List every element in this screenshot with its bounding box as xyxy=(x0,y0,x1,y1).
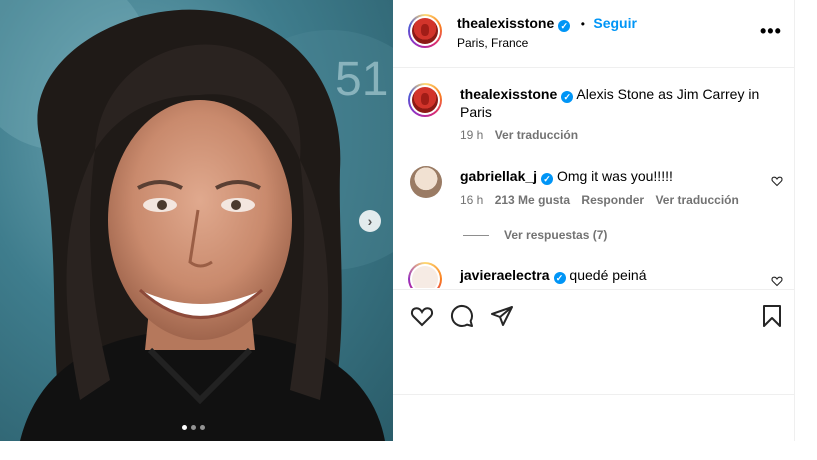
verified-badge-icon: ✓ xyxy=(553,272,566,284)
comment-username[interactable]: gabriellak_j xyxy=(460,168,537,184)
save-bookmark-icon[interactable] xyxy=(761,304,783,328)
caption-translate-link[interactable]: Ver traducción xyxy=(495,128,578,142)
caption-text: Alexis Stone as Jim Carrey in xyxy=(576,86,760,102)
post-actions-bar xyxy=(393,289,794,342)
carousel-next-button[interactable]: › xyxy=(359,210,381,232)
like-heart-icon[interactable] xyxy=(410,304,434,328)
comment-username[interactable]: javieraelectra xyxy=(460,267,550,283)
verified-badge-icon: ✓ xyxy=(561,91,574,103)
comment-text: Omg it was you!!!!! xyxy=(556,168,673,184)
comment-bubble-icon[interactable] xyxy=(450,304,474,328)
caption-meta: 19 h Ver traducción xyxy=(460,128,578,142)
replies-divider xyxy=(463,235,489,236)
comment-avatar[interactable] xyxy=(410,166,442,198)
carousel-dot xyxy=(191,425,196,430)
post-sidebar: thealexisstone ✓ • Seguir Paris, France •… xyxy=(393,0,795,441)
comment-body: javieraelectra ✓ quedé peiná xyxy=(460,266,647,284)
caption-text-continued: Paris xyxy=(460,104,492,120)
more-options-icon[interactable]: ••• xyxy=(760,21,782,42)
verified-badge-icon: ✓ xyxy=(558,20,571,32)
verified-badge-icon: ✓ xyxy=(541,173,554,185)
view-replies-button[interactable]: Ver respuestas (7) xyxy=(504,228,607,242)
post-image[interactable]: 51 › xyxy=(0,0,393,441)
portrait-illustration: 51 xyxy=(0,0,393,441)
instagram-post-modal: 51 › thealexisstone ✓ • Seguir Paris, Fr… xyxy=(0,0,817,460)
comment-time[interactable]: 16 h xyxy=(460,193,483,207)
post-header: thealexisstone ✓ • Seguir Paris, France •… xyxy=(393,0,794,68)
svg-text:51: 51 xyxy=(335,53,388,106)
comment-area-divider xyxy=(393,394,794,395)
share-paper-plane-icon[interactable] xyxy=(490,304,514,328)
caption-time[interactable]: 19 h xyxy=(460,128,483,142)
caption-author-username[interactable]: thealexisstone xyxy=(460,86,557,102)
comment-like-heart-icon[interactable] xyxy=(771,175,783,187)
chevron-right-icon: › xyxy=(367,213,373,229)
comment-meta: 16 h 213 Me gusta Responder Ver traducci… xyxy=(460,193,739,207)
post-location[interactable]: Paris, France xyxy=(457,36,528,50)
comment-like-heart-icon[interactable] xyxy=(771,275,783,287)
author-avatar[interactable] xyxy=(408,14,442,48)
comment-translate-link[interactable]: Ver traducción xyxy=(655,193,738,207)
author-username[interactable]: thealexisstone xyxy=(457,15,554,31)
comment-clip: javieraelectra ✓ quedé peiná xyxy=(393,255,794,288)
follow-button[interactable]: Seguir xyxy=(593,15,637,31)
comment-text: quedé peiná xyxy=(569,267,647,283)
carousel-dot-active xyxy=(182,425,187,430)
comment-likes[interactable]: 213 Me gusta xyxy=(495,193,570,207)
header-separator: • xyxy=(580,17,585,31)
carousel-dot xyxy=(200,425,205,430)
comment-body: gabriellak_j ✓ Omg it was you!!!!! xyxy=(460,167,673,185)
comment-avatar[interactable] xyxy=(408,262,442,288)
comment-reply-button[interactable]: Responder xyxy=(581,193,644,207)
caption-author-avatar[interactable] xyxy=(408,83,442,117)
caption-line-1: thealexisstone ✓ Alexis Stone as Jim Carr… xyxy=(460,85,759,103)
carousel-indicator xyxy=(182,425,205,430)
